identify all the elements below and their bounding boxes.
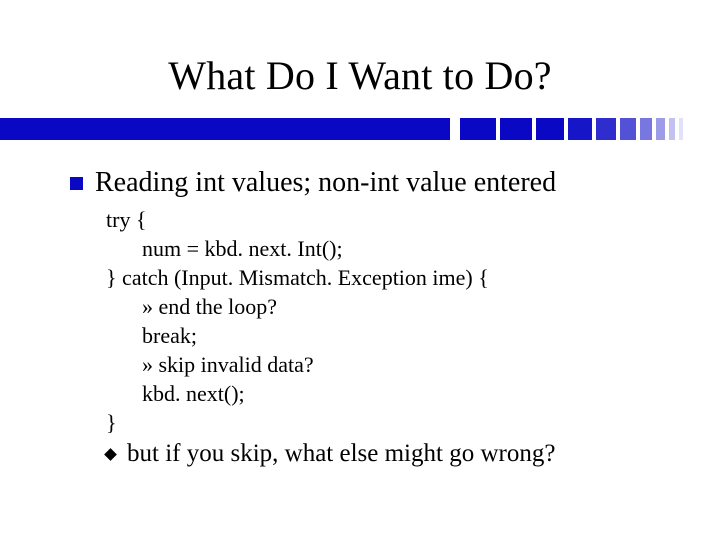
code-line: kbd. next(); (106, 379, 680, 408)
bullet-text: Reading int values; non-int value entere… (95, 166, 556, 199)
ruler-bar (0, 118, 450, 140)
code-line: break; (106, 321, 680, 350)
sub-bullet-text: but if you skip, what else might go wron… (127, 439, 555, 469)
diamond-bullet-icon (104, 448, 117, 461)
ruler-segment (568, 118, 592, 140)
square-bullet-icon (70, 177, 83, 190)
code-line: » end the loop? (106, 292, 680, 321)
code-line: } (106, 408, 680, 437)
code-line: num = kbd. next. Int(); (106, 234, 680, 263)
decorative-ruler (0, 118, 720, 140)
ruler-segment (640, 118, 652, 140)
code-line: » skip invalid data? (106, 350, 680, 379)
ruler-segment (620, 118, 636, 140)
ruler-segment (596, 118, 616, 140)
ruler-segment (679, 118, 683, 140)
page-title: What Do I Want to Do? (0, 52, 720, 99)
content-area: Reading int values; non-int value entere… (70, 166, 680, 469)
slide: What Do I Want to Do? Reading int values… (0, 0, 720, 540)
code-block: try { num = kbd. next. Int(); } catch (I… (106, 205, 680, 437)
bullet-item: Reading int values; non-int value entere… (70, 166, 680, 199)
ruler-segment (669, 118, 675, 140)
ruler-segment (536, 118, 564, 140)
ruler-segment (656, 118, 665, 140)
sub-bullet-item: but if you skip, what else might go wron… (106, 439, 680, 469)
code-line: } catch (Input. Mismatch. Exception ime)… (106, 263, 680, 292)
ruler-segment (500, 118, 532, 140)
code-line: try { (106, 205, 680, 234)
ruler-segment (460, 118, 496, 140)
